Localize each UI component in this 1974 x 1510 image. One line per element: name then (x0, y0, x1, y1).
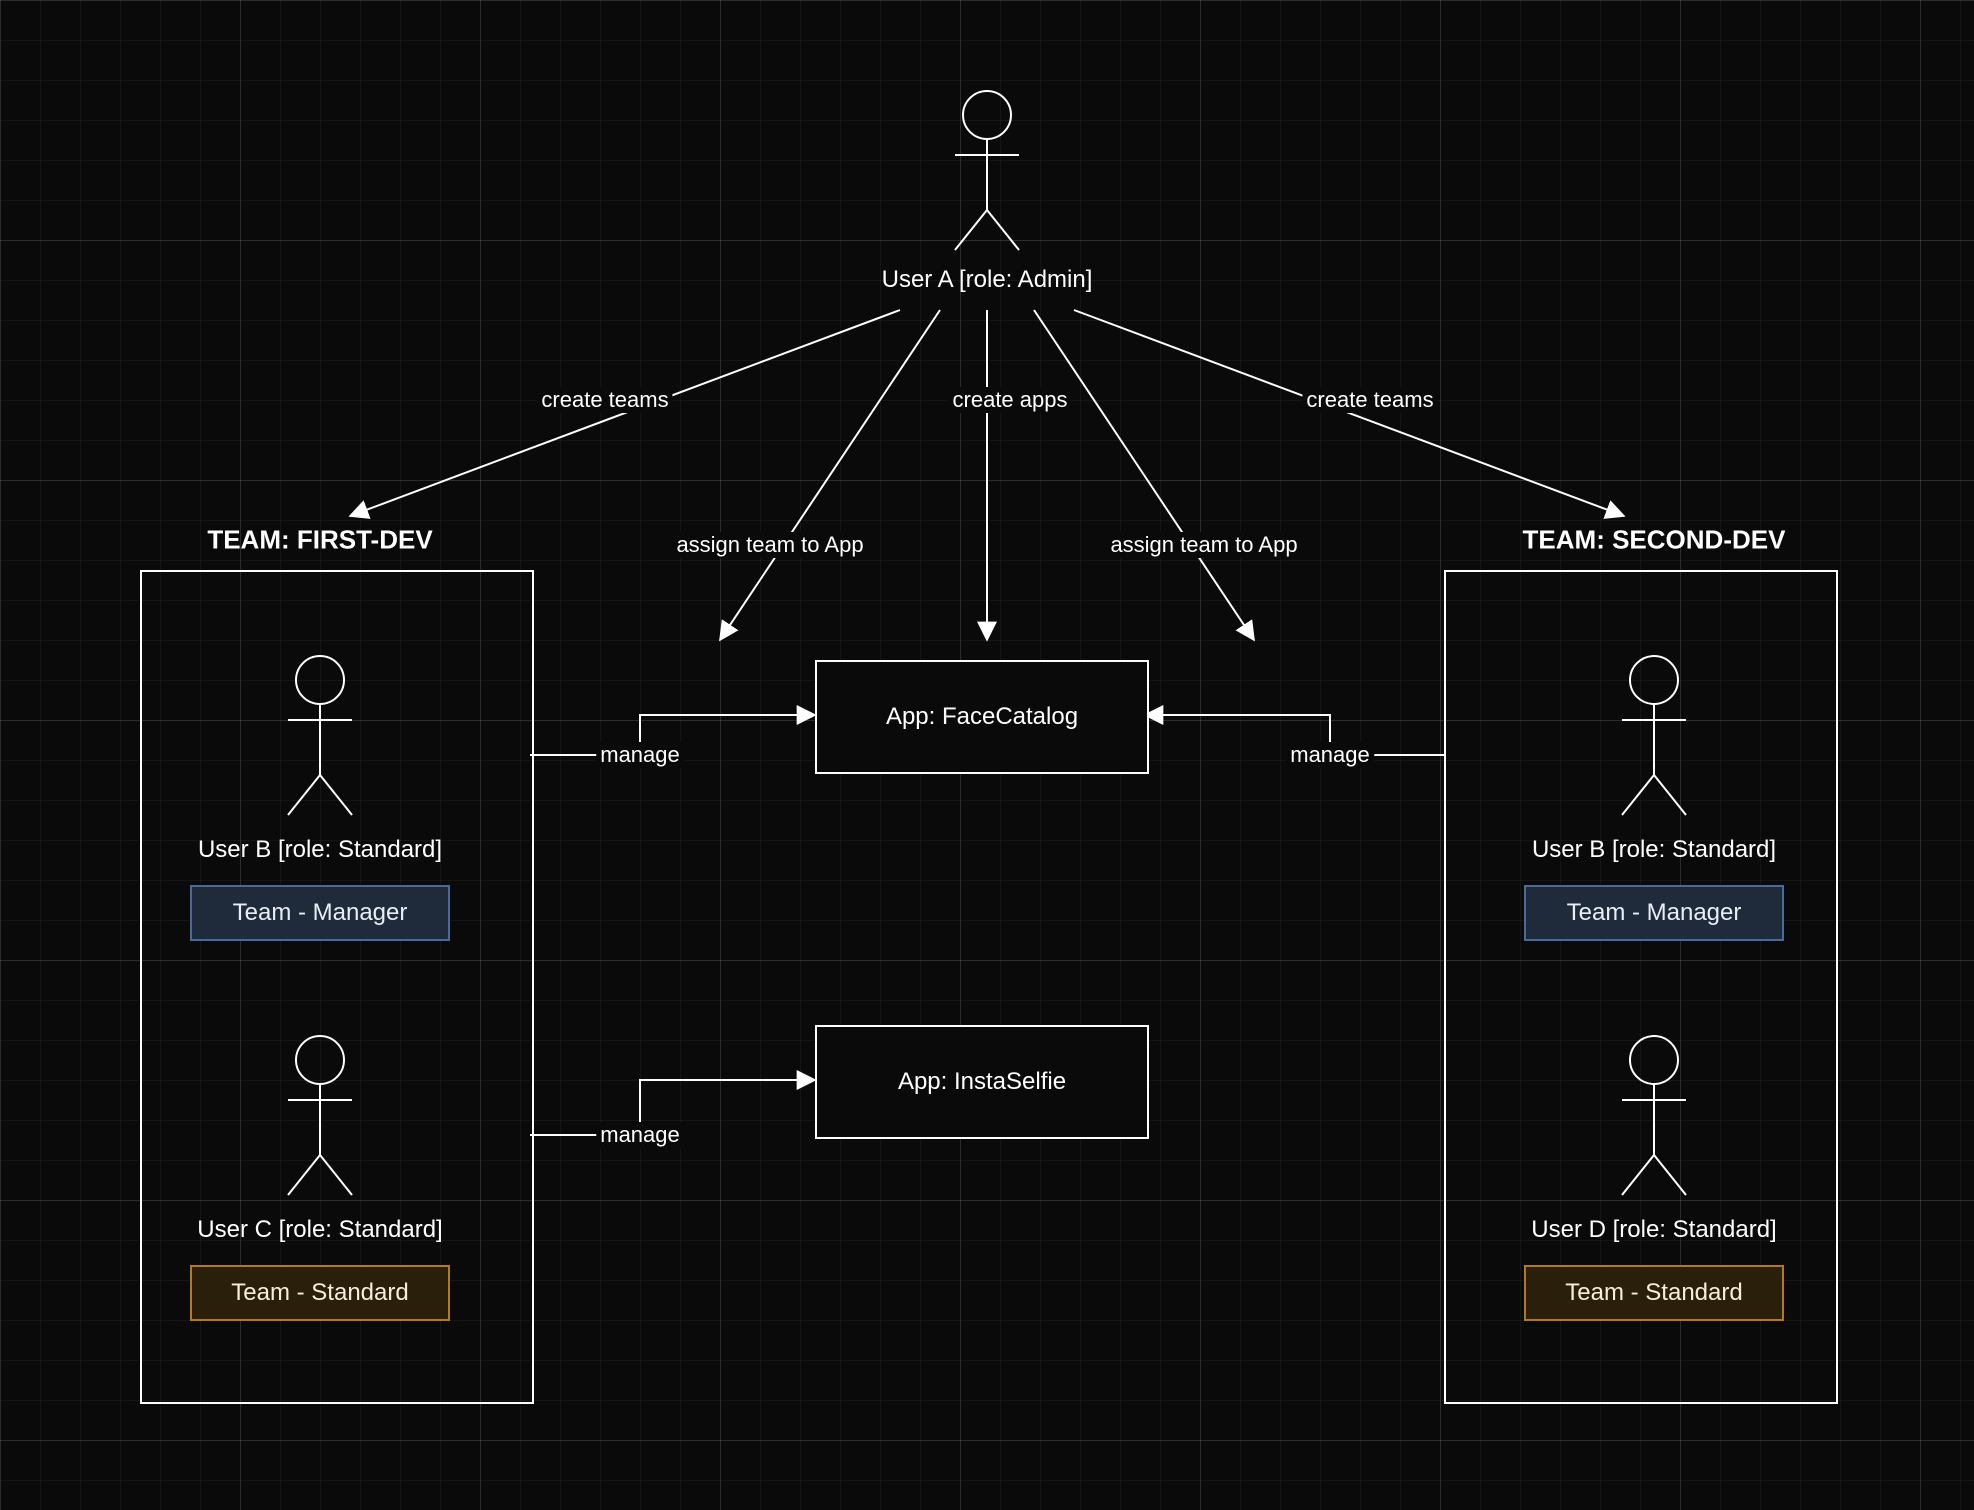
role-box-team2-manager: Team - Manager (1524, 885, 1784, 941)
app-box-instaselfie: App: InstaSelfie (815, 1025, 1149, 1139)
actor-label-team2-top: User B [role: Standard] (1532, 836, 1776, 864)
edge-label-create-teams-right: create teams (1302, 387, 1437, 413)
edge-label-manage-left-top: manage (596, 742, 684, 768)
team-title-first: TEAM: FIRST-DEV (207, 525, 432, 556)
stick-figure-admin (955, 91, 1019, 250)
app-label-instaselfie: App: InstaSelfie (898, 1068, 1066, 1096)
role-label-standard: Team - Standard (231, 1279, 408, 1307)
edge-label-assign-left: assign team to App (672, 532, 867, 558)
app-box-facecatalog: App: FaceCatalog (815, 660, 1149, 774)
actor-label-team2-bottom: User D [role: Standard] (1531, 1216, 1776, 1244)
actor-label-team1-top: User B [role: Standard] (198, 836, 442, 864)
role-box-team2-standard: Team - Standard (1524, 1265, 1784, 1321)
app-label-facecatalog: App: FaceCatalog (886, 703, 1078, 731)
edge-label-create-teams-left: create teams (537, 387, 672, 413)
team-title-second: TEAM: SECOND-DEV (1523, 525, 1786, 556)
role-label-manager: Team - Manager (233, 899, 408, 927)
edge-label-manage-left-bottom: manage (596, 1122, 684, 1148)
role-box-team1-manager: Team - Manager (190, 885, 450, 941)
actor-label-team1-bottom: User C [role: Standard] (197, 1216, 442, 1244)
actor-label-admin: User A [role: Admin] (882, 266, 1093, 294)
edge-label-assign-right: assign team to App (1106, 532, 1301, 558)
role-label-manager-2: Team - Manager (1567, 899, 1742, 927)
edge-label-create-apps: create apps (949, 387, 1072, 413)
role-box-team1-standard: Team - Standard (190, 1265, 450, 1321)
role-label-standard-2: Team - Standard (1565, 1279, 1742, 1307)
edge-label-manage-right-top: manage (1286, 742, 1374, 768)
diagram-canvas: User A [role: Admin] create teams assign… (0, 0, 1974, 1510)
